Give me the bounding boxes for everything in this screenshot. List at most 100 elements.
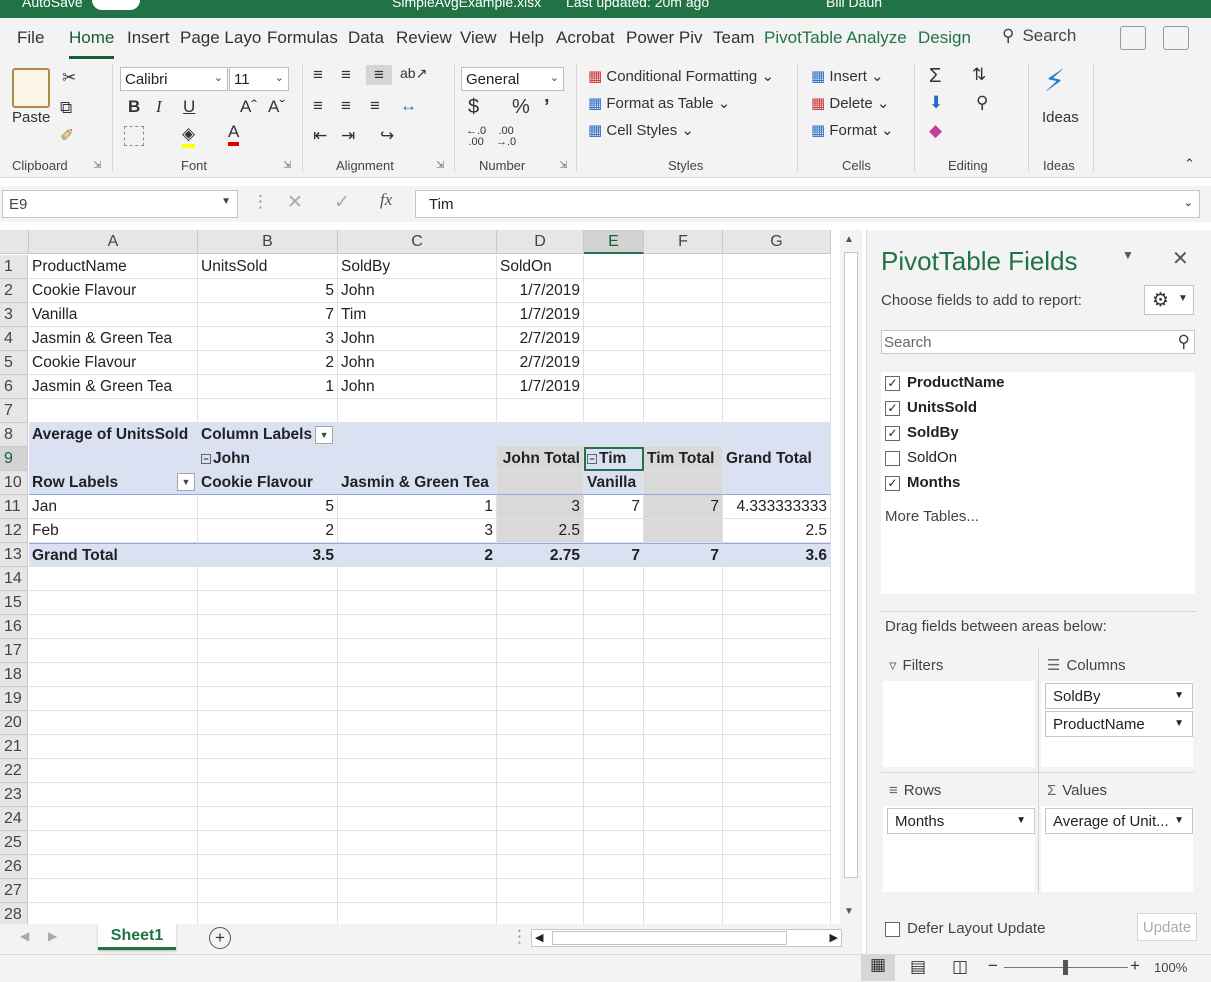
pivot-cell[interactable]	[723, 423, 831, 447]
cell-d3[interactable]: 1/7/2019	[497, 303, 584, 327]
cell-f6[interactable]	[644, 375, 723, 399]
cell-c3[interactable]: Tim	[338, 303, 497, 327]
decrease-decimal-icon[interactable]: .00 →.0	[496, 126, 516, 148]
sort-filter-icon[interactable]: ⇅	[972, 65, 986, 85]
name-box[interactable]: E9 ▼	[2, 190, 238, 218]
pivot-cell[interactable]	[338, 447, 497, 471]
row-header-1[interactable]: 1	[0, 255, 28, 279]
number-format-select[interactable]: General ⌄	[461, 67, 564, 91]
pivot-john-total-header[interactable]: John Total	[497, 447, 584, 471]
insert-cells-button[interactable]: ▦ Insert ⌄	[811, 67, 884, 85]
cell-d22[interactable]	[497, 759, 584, 783]
cell-e15[interactable]	[584, 591, 644, 615]
row-header-4[interactable]: 4	[0, 327, 28, 351]
cell-g23[interactable]	[723, 783, 831, 807]
next-sheet-icon[interactable]: ▶	[48, 929, 57, 943]
cell-f19[interactable]	[644, 687, 723, 711]
pivot-value[interactable]	[644, 519, 723, 543]
pivot-tim-header[interactable]: − Tim	[584, 447, 644, 471]
pivot-value[interactable]: 7	[584, 543, 644, 567]
checkbox-unchecked[interactable]	[885, 921, 900, 937]
values-item-average[interactable]: Average of Unit... ▼	[1045, 808, 1193, 834]
pivot-cell[interactable]	[497, 471, 584, 495]
checkbox-checked[interactable]: ✓	[885, 375, 900, 391]
cell-d18[interactable]	[497, 663, 584, 687]
cell-c24[interactable]	[338, 807, 497, 831]
share-icon[interactable]	[1120, 26, 1146, 50]
page-break-view-icon[interactable]: ◫	[952, 957, 968, 977]
cell-g17[interactable]	[723, 639, 831, 663]
tab-insert[interactable]: Insert	[127, 28, 170, 48]
prev-sheet-icon[interactable]: ◀	[20, 929, 29, 943]
cell-b2[interactable]: 5	[198, 279, 338, 303]
row-header-10[interactable]: 10	[0, 471, 28, 495]
tab-formulas[interactable]: Formulas	[267, 28, 338, 48]
checkbox-checked[interactable]: ✓	[885, 425, 900, 441]
cell-d7[interactable]	[497, 399, 584, 423]
cell-e14[interactable]	[584, 567, 644, 591]
tab-search[interactable]: ⚲ Search	[1002, 26, 1076, 46]
cell-f2[interactable]	[644, 279, 723, 303]
cell-f24[interactable]	[644, 807, 723, 831]
pivot-grand-total-header[interactable]: Grand Total	[723, 447, 831, 471]
cell-b27[interactable]	[198, 879, 338, 903]
collapse-icon[interactable]: −	[587, 453, 597, 464]
row-header-12[interactable]: 12	[0, 519, 28, 543]
cell-f27[interactable]	[644, 879, 723, 903]
cell-d17[interactable]	[497, 639, 584, 663]
format-cells-button[interactable]: ▦ Format ⌄	[811, 121, 894, 139]
cell-c26[interactable]	[338, 855, 497, 879]
clear-icon[interactable]: ◆	[929, 121, 942, 141]
cell-b3[interactable]: 7	[198, 303, 338, 327]
copy-icon[interactable]: ⧉	[60, 98, 72, 118]
merge-center-icon[interactable]: ↔	[400, 96, 417, 116]
cell-e6[interactable]	[584, 375, 644, 399]
tab-file[interactable]: File	[17, 28, 44, 48]
row-header-2[interactable]: 2	[0, 279, 28, 303]
row-header-16[interactable]: 16	[0, 615, 28, 639]
delete-cells-button[interactable]: ▦ Delete ⌄	[811, 94, 889, 112]
pivot-row-labels[interactable]: Row Labels ▼	[29, 471, 198, 495]
cell-e2[interactable]	[584, 279, 644, 303]
collapse-ribbon-icon[interactable]: ⌃	[1184, 156, 1195, 172]
cell-a17[interactable]	[29, 639, 198, 663]
cell-f17[interactable]	[644, 639, 723, 663]
find-select-icon[interactable]: ⚲	[976, 93, 988, 113]
update-button[interactable]: Update	[1137, 913, 1197, 941]
cell-a27[interactable]	[29, 879, 198, 903]
cell-g25[interactable]	[723, 831, 831, 855]
row-header-11[interactable]: 11	[0, 495, 28, 519]
cell-g3[interactable]	[723, 303, 831, 327]
tab-design[interactable]: Design	[918, 28, 971, 48]
cell-c21[interactable]	[338, 735, 497, 759]
cell-c14[interactable]	[338, 567, 497, 591]
cell-f20[interactable]	[644, 711, 723, 735]
increase-decimal-icon[interactable]: ←.0.00	[466, 126, 486, 148]
cell-b6[interactable]: 1	[198, 375, 338, 399]
cell-b21[interactable]	[198, 735, 338, 759]
tab-review[interactable]: Review	[396, 28, 452, 48]
orientation-icon[interactable]: ab↗	[400, 65, 427, 82]
pivot-row-feb[interactable]: Feb	[29, 519, 198, 543]
pivot-cell[interactable]	[723, 471, 831, 495]
paste-button[interactable]: Paste	[12, 109, 50, 126]
cell-f23[interactable]	[644, 783, 723, 807]
values-area[interactable]: Average of Unit... ▼	[1041, 806, 1193, 892]
cell-d6[interactable]: 1/7/2019	[497, 375, 584, 399]
cell-f3[interactable]	[644, 303, 723, 327]
column-header-a[interactable]: A	[29, 230, 198, 254]
cell-c18[interactable]	[338, 663, 497, 687]
user-name[interactable]: Bill Daun	[826, 0, 882, 10]
dialog-launcher-icon[interactable]: ⇲	[283, 160, 291, 171]
cell-f22[interactable]	[644, 759, 723, 783]
increase-indent-icon[interactable]: ⇥	[341, 126, 355, 146]
cell-e26[interactable]	[584, 855, 644, 879]
filters-area[interactable]	[883, 681, 1035, 767]
tab-help[interactable]: Help	[509, 28, 544, 48]
cell-g6[interactable]	[723, 375, 831, 399]
zoom-out-icon[interactable]: −	[988, 956, 998, 976]
add-sheet-icon[interactable]: +	[209, 927, 231, 949]
cell-b14[interactable]	[198, 567, 338, 591]
underline-icon[interactable]: U	[183, 97, 195, 117]
shrink-font-icon[interactable]: Aˇ	[268, 97, 285, 117]
